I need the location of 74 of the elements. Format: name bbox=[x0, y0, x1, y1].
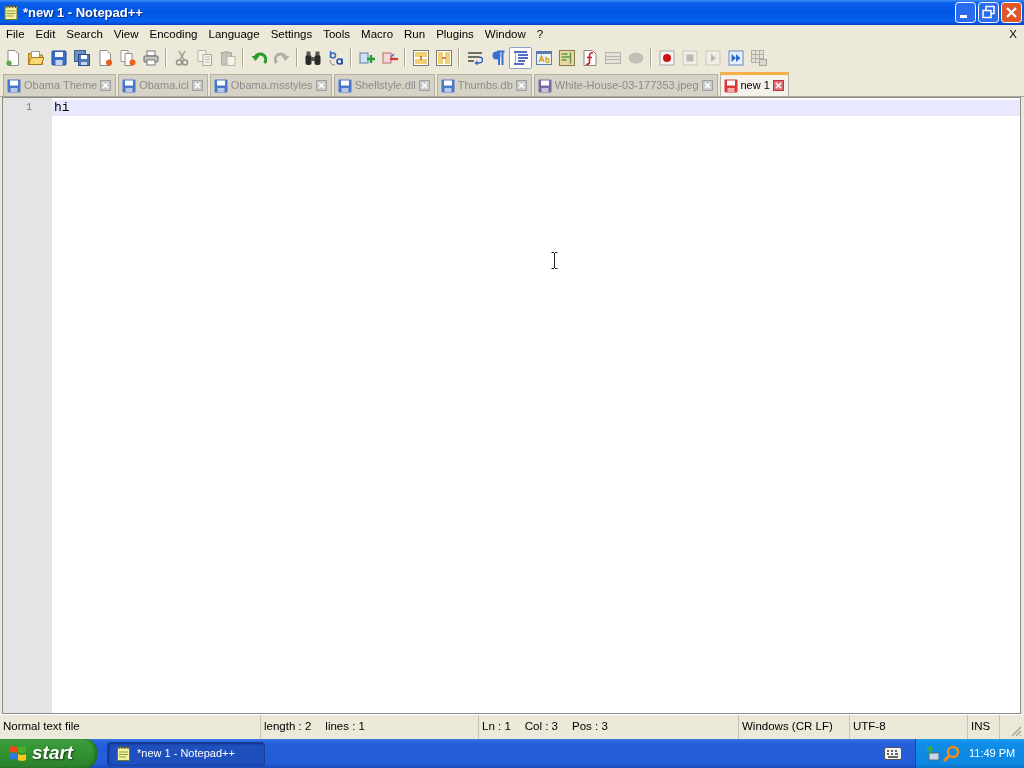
redo-arrow-icon bbox=[273, 49, 290, 66]
fast-forward-icon bbox=[727, 49, 744, 66]
blank-page-icon bbox=[4, 49, 21, 66]
menu-item[interactable]: Tools bbox=[317, 25, 356, 45]
play-icon bbox=[704, 49, 721, 66]
close-icon[interactable] bbox=[191, 80, 203, 91]
menu-item[interactable]: View bbox=[107, 25, 144, 45]
clipboard-icon bbox=[219, 49, 236, 66]
close-icon[interactable] bbox=[315, 80, 327, 91]
menu-item[interactable]: File bbox=[0, 25, 30, 45]
copy-icon bbox=[196, 49, 213, 66]
scissors-icon bbox=[173, 49, 190, 66]
binoculars-icon bbox=[304, 49, 321, 66]
menu-item[interactable]: Run bbox=[398, 25, 431, 45]
status-text: Col : 3 bbox=[524, 719, 559, 735]
menu-item[interactable]: ? bbox=[530, 25, 549, 45]
window-text-icon bbox=[535, 49, 552, 66]
close-document-button[interactable]: X bbox=[1002, 25, 1024, 45]
file-tab[interactable]: new 1 bbox=[719, 72, 789, 96]
window-title: *new 1 - Notepad++ bbox=[23, 3, 143, 22]
menu-item[interactable]: Settings bbox=[264, 25, 318, 45]
split-window-icon bbox=[435, 49, 452, 66]
size-grip-icon[interactable] bbox=[1010, 725, 1022, 737]
menu-item[interactable]: Plugins bbox=[430, 25, 479, 45]
start-button[interactable]: start bbox=[0, 739, 97, 768]
notepad-icon bbox=[116, 745, 131, 762]
page-plus-icon bbox=[358, 49, 375, 66]
status-text: UTF-8 bbox=[853, 719, 886, 735]
status-text: lines : 1 bbox=[325, 719, 365, 735]
indent-guide-icon bbox=[512, 49, 529, 66]
menu-item[interactable]: Encoding bbox=[143, 25, 203, 45]
minimize-icon[interactable] bbox=[955, 2, 976, 23]
arrow-icon[interactable] bbox=[924, 745, 940, 762]
text-editor[interactable]: 1 hi bbox=[2, 97, 1021, 714]
menu-item[interactable]: Macro bbox=[355, 25, 399, 45]
menu-item[interactable]: Search bbox=[60, 25, 108, 45]
folder-icon bbox=[27, 49, 44, 66]
status-text: Windows (CR LF) bbox=[742, 719, 833, 735]
page-minus-icon bbox=[381, 49, 398, 66]
status-text: Ln : 1 bbox=[482, 719, 511, 735]
flag-icon bbox=[9, 745, 27, 762]
split-window-icon bbox=[412, 49, 429, 66]
restore-icon[interactable] bbox=[978, 2, 999, 23]
stop-icon bbox=[681, 49, 698, 66]
menu-item[interactable]: Edit bbox=[29, 25, 61, 45]
printer-icon bbox=[142, 49, 159, 66]
status-text: Normal text file bbox=[3, 719, 80, 735]
text-cursor-icon bbox=[551, 252, 558, 269]
pages-dot-icon bbox=[119, 49, 136, 66]
keyboard-icon[interactable] bbox=[884, 747, 902, 760]
status-text: length : 2 bbox=[264, 719, 312, 735]
taskbar-button[interactable]: *new 1 - Notepad++ bbox=[107, 741, 265, 766]
close-icon[interactable] bbox=[418, 80, 430, 91]
close-icon[interactable] bbox=[100, 80, 112, 91]
menu-item[interactable]: Language bbox=[202, 25, 265, 45]
replace-icon bbox=[327, 49, 344, 66]
status-text: Pos : 3 bbox=[572, 719, 608, 735]
undo-arrow-icon bbox=[250, 49, 267, 66]
word-wrap-icon bbox=[466, 49, 483, 66]
close-icon[interactable] bbox=[701, 80, 713, 91]
status-text: INS bbox=[971, 719, 991, 735]
list-panel-icon bbox=[604, 49, 621, 66]
record-icon bbox=[658, 49, 675, 66]
menu-item[interactable]: Window bbox=[478, 25, 531, 45]
pilcrow-icon bbox=[489, 49, 506, 66]
document-map-icon bbox=[558, 49, 575, 66]
function-list-icon bbox=[581, 49, 598, 66]
line-number: 1 bbox=[25, 101, 33, 115]
clock-text: 11:49 PM bbox=[969, 746, 1016, 762]
close-icon[interactable] bbox=[515, 80, 527, 91]
notepad-icon bbox=[3, 4, 19, 21]
grid-icon bbox=[750, 49, 767, 66]
floppy-disks-icon bbox=[73, 49, 90, 66]
close-icon[interactable] bbox=[772, 80, 784, 91]
